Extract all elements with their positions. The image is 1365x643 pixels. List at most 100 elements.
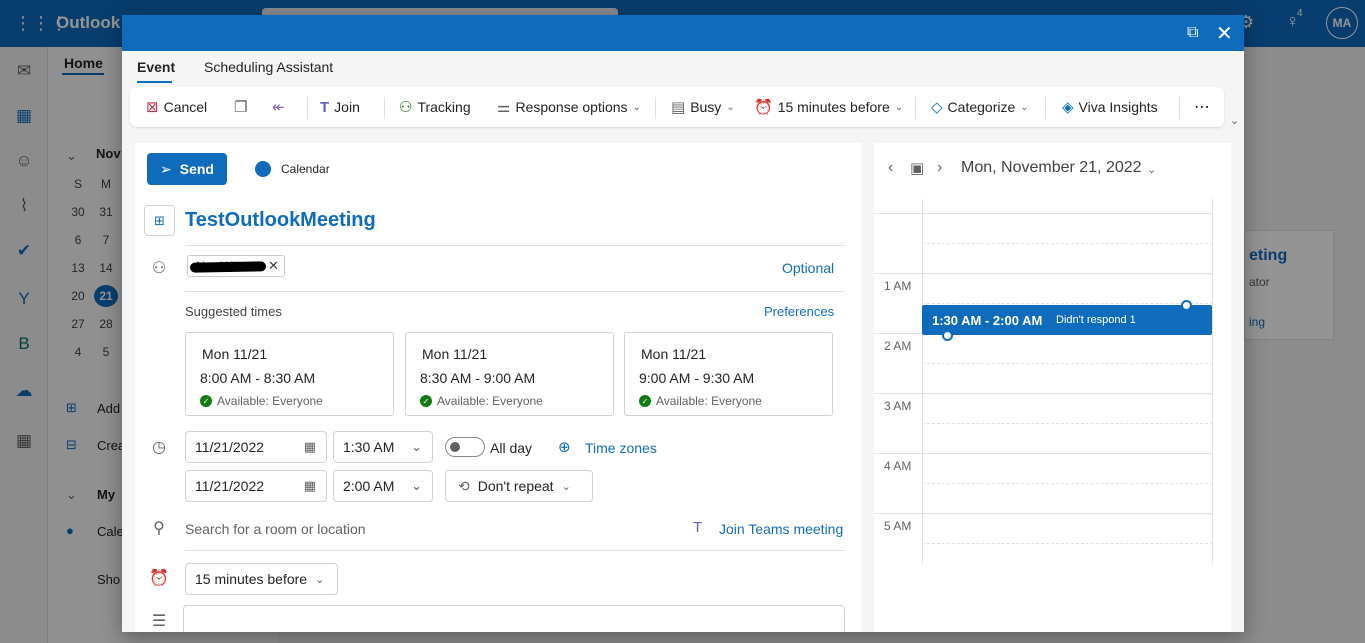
chevron-down-icon: ⌄ <box>632 101 641 113</box>
join-button[interactable]: T Join <box>320 87 360 127</box>
time-zones-link[interactable]: Time zones <box>585 440 657 456</box>
calendar-picker-icon[interactable]: ▦ <box>304 439 316 455</box>
calendar-picker-icon[interactable]: ▦ <box>304 478 316 494</box>
all-day-label: All day <box>490 440 533 456</box>
tag-icon: ◇ <box>931 99 943 116</box>
tab-event[interactable]: Event <box>137 59 175 75</box>
event-title-input[interactable]: TestOutlookMeeting <box>185 209 376 232</box>
viva-insights-button[interactable]: ◈ Viva Insights <box>1062 87 1158 127</box>
grid-line <box>922 543 1213 544</box>
response-options-dropdown[interactable]: ⚌ Response options ⌄ <box>497 87 641 127</box>
availability: ✓ Available: Everyone <box>200 394 323 408</box>
repeat-value: Don't repeat <box>477 478 554 494</box>
reminder-field[interactable]: 15 minutes before ⌄ <box>185 563 338 595</box>
tab-event-underline <box>137 81 172 83</box>
grid-line <box>874 453 1213 454</box>
toolbar-expand-chevron-icon[interactable]: ⌄ <box>1230 114 1239 127</box>
grid-line <box>922 243 1213 244</box>
hour-label: 3 AM <box>884 399 912 413</box>
grid-line <box>874 213 1213 214</box>
show-as-icon: ▤ <box>671 99 686 116</box>
suggested-time-card[interactable]: Mon 11/21 8:30 AM - 9:00 AM ✓ Available: … <box>405 332 614 416</box>
grid-line <box>874 513 1213 514</box>
reminder-label: 15 minutes before <box>777 99 890 115</box>
chevron-down-icon: ⌄ <box>315 573 325 586</box>
reply-all-button[interactable]: ↞ <box>272 87 285 127</box>
calendar-color-dot[interactable] <box>255 161 271 177</box>
toolbar-divider <box>655 97 656 119</box>
location-input[interactable]: Search for a room or location <box>185 521 366 537</box>
dialog-tabs: Event Scheduling Assistant <box>122 51 1244 85</box>
reminder-dropdown[interactable]: ⏰ 15 minutes before ⌄ <box>754 87 903 127</box>
event-resize-handle-top[interactable] <box>1181 300 1192 311</box>
go-to-today-icon[interactable]: ▣ <box>910 159 924 177</box>
day-view-date[interactable]: Mon, November 21, 2022 <box>961 159 1142 177</box>
send-button[interactable]: ➢ Send <box>147 153 227 185</box>
send-icon: ➢ <box>160 160 172 177</box>
event-body-editor[interactable] <box>183 605 845 632</box>
remove-attendee-icon[interactable]: ✕ <box>268 258 279 274</box>
suggested-time-card[interactable]: Mon 11/21 9:00 AM - 9:30 AM ✓ Available: … <box>624 332 833 416</box>
previous-day-icon[interactable]: ‹ <box>888 159 893 177</box>
calendar-picker[interactable]: Calendar <box>281 162 330 176</box>
popout-icon[interactable]: ⧉ <box>1187 24 1198 42</box>
end-date-field[interactable]: 11/21/2022 ▦ <box>185 470 327 502</box>
toggle-knob <box>450 442 460 452</box>
event-block[interactable]: 1:30 AM - 2:00 AM Didn't respond 1 <box>922 305 1212 335</box>
chevron-down-icon[interactable]: ⌄ <box>1147 163 1156 176</box>
clock-icon: ◷ <box>152 439 166 456</box>
copy-button[interactable]: ❐ <box>234 87 247 127</box>
join-label: Join <box>334 99 360 115</box>
repeat-icon: ⟲ <box>458 477 470 494</box>
end-time-field[interactable]: 2:00 AM ⌄ <box>333 470 433 502</box>
toolbar-divider <box>1179 97 1180 119</box>
suggested-time-range: 8:30 AM - 9:00 AM <box>420 370 536 386</box>
tab-scheduling-assistant[interactable]: Scheduling Assistant <box>204 59 333 75</box>
dialog-titlebar: ⧉ ✕ <box>122 15 1244 51</box>
globe-icon: ⊕ <box>558 439 571 456</box>
day-view-grid[interactable]: 1 AM 2 AM 3 AM 4 AM 5 AM 1:30 AM - 2:00 … <box>874 199 1213 563</box>
start-time-field[interactable]: 1:30 AM ⌄ <box>333 431 433 463</box>
availability-text: Available: Everyone <box>217 394 323 408</box>
join-teams-meeting-toggle[interactable]: Join Teams meeting <box>719 521 843 537</box>
event-resize-handle-bottom[interactable] <box>942 330 953 341</box>
suggested-day: Mon 11/21 <box>422 346 488 362</box>
all-day-toggle[interactable] <box>445 437 485 457</box>
chevron-down-icon: ⌄ <box>726 101 735 113</box>
busy-label: Busy <box>690 99 722 115</box>
check-circle-icon: ✓ <box>420 395 432 407</box>
availability-text: Available: Everyone <box>437 394 543 408</box>
check-circle-icon: ✓ <box>200 395 212 407</box>
optional-attendees-link[interactable]: Optional <box>782 260 834 276</box>
start-date-field[interactable]: 11/21/2022 ▦ <box>185 431 327 463</box>
categorize-label: Categorize <box>947 99 1016 115</box>
title-options-icon[interactable]: ⊞ <box>144 205 175 236</box>
tracking-icon: ⚇ <box>399 99 413 116</box>
cancel-calendar-icon: ⊠ <box>146 99 159 116</box>
availability: ✓ Available: Everyone <box>639 394 762 408</box>
busy-dropdown[interactable]: ▤ Busy ⌄ <box>671 87 735 127</box>
grid-line <box>922 199 923 563</box>
location-icon: ⚲ <box>153 520 165 537</box>
tracking-button[interactable]: ⚇ Tracking <box>399 87 471 127</box>
attendee-chip[interactable]: Alex Wilb ✕ <box>187 255 285 277</box>
more-options-button[interactable]: ⋯ <box>1194 87 1210 127</box>
categorize-dropdown[interactable]: ◇ Categorize ⌄ <box>931 87 1029 127</box>
availability: ✓ Available: Everyone <box>420 394 543 408</box>
event-form: ➢ Send Calendar ⊞ TestOutlookMeeting ⚇ A… <box>135 143 861 632</box>
event-dialog: ⧉ ✕ Event Scheduling Assistant ⊠ Cancel … <box>122 15 1244 632</box>
grid-line <box>922 423 1213 424</box>
reply-all-icon: ↞ <box>272 99 285 116</box>
toolbar-divider <box>384 97 385 119</box>
suggested-time-card[interactable]: Mon 11/21 8:00 AM - 8:30 AM ✓ Available: … <box>185 332 394 416</box>
preferences-link[interactable]: Preferences <box>764 304 834 319</box>
check-circle-icon: ✓ <box>639 395 651 407</box>
close-icon[interactable]: ✕ <box>1216 21 1233 46</box>
hour-label: 5 AM <box>884 519 912 533</box>
next-day-icon[interactable]: › <box>937 159 942 177</box>
cancel-button[interactable]: ⊠ Cancel <box>146 87 207 127</box>
teams-icon: T <box>320 98 330 116</box>
repeat-dropdown[interactable]: ⟲ Don't repeat ⌄ <box>445 470 593 502</box>
event-toolbar: ⊠ Cancel ❐ ↞ T Join ⚇ Tracking ⚌ Respons… <box>130 87 1224 127</box>
start-date-value: 11/21/2022 <box>195 439 265 455</box>
